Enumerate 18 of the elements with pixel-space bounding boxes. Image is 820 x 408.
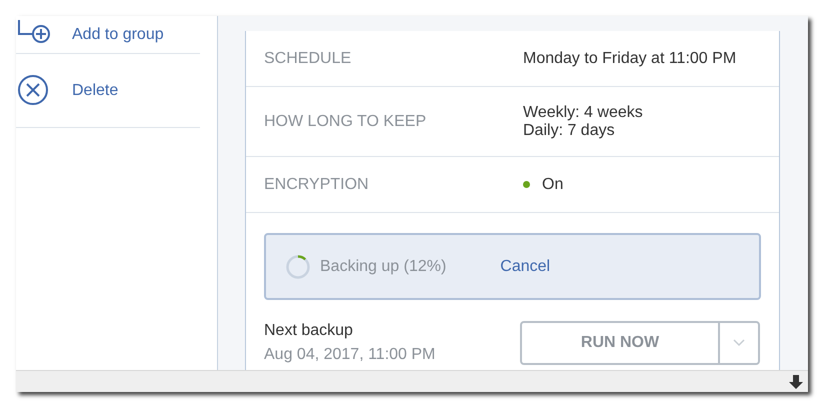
spinner-icon (286, 254, 310, 278)
field-value: On (542, 176, 564, 194)
field-value: Monday to Friday at 11:00 PM (523, 50, 736, 68)
scroll-down-icon[interactable] (788, 374, 804, 390)
run-now-button[interactable]: RUN NOW (522, 323, 720, 363)
sidebar-link[interactable]: Delete (72, 78, 118, 102)
field-label: HOW LONG TO KEEP (264, 112, 428, 132)
field-label: SCHEDULE (264, 48, 352, 68)
next-backup-date: Aug 04, 2017, 11:00 PM (264, 345, 436, 365)
progress-text: Backing up (12%) (320, 256, 446, 276)
next-backup-label: Next backup (264, 321, 354, 341)
cancel-link[interactable]: Cancel (500, 254, 550, 278)
caret-icon (733, 339, 745, 347)
field-value: Weekly: 4 weeks (523, 104, 643, 122)
delete-icon (17, 74, 50, 107)
sidebar-link[interactable]: Add to group (72, 22, 164, 46)
field-label: ENCRYPTION (264, 174, 370, 194)
field-value: Daily: 7 days (523, 122, 616, 140)
